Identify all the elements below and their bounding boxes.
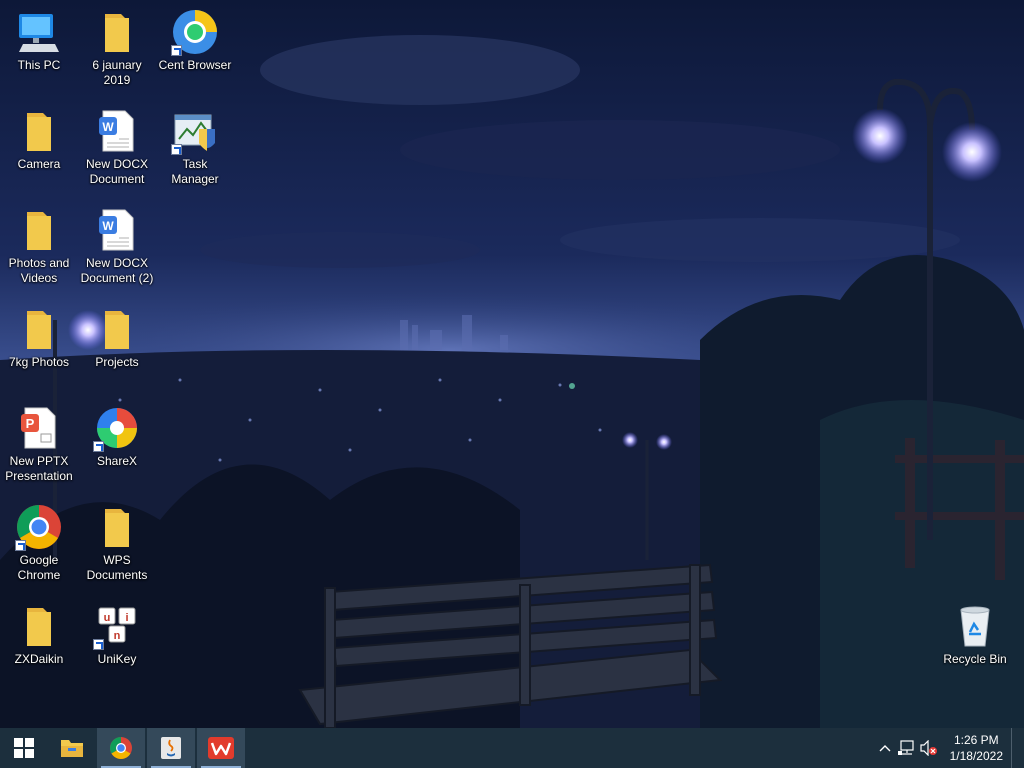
word-document-icon: W [93,107,141,155]
system-tray: 1:26 PM 1/18/2022 [874,728,1024,768]
desktop-icon-sharex[interactable]: ShareX [78,396,156,469]
shortcut-arrow-icon [171,45,182,56]
desktop-icon-camera[interactable]: Camera [0,99,78,172]
folder-icon [15,602,63,650]
desktop-icon-google-chrome[interactable]: Google Chrome [0,495,78,583]
icon-label: 6 jaunary 2019 [92,58,142,87]
svg-text:u: u [104,612,111,624]
windows-start-icon [14,738,34,758]
chrome-icon [110,737,132,759]
desktop-icon-photos-and-videos[interactable]: Photos and Videos [0,198,78,286]
icon-label: Camera [17,157,61,171]
powerpoint-icon: P [15,404,63,452]
shortcut-arrow-icon [171,144,182,155]
desktop-icon-7kg-photos[interactable]: 7kg Photos [0,297,78,370]
icon-label: Recycle Bin [943,652,1007,666]
desktop-icon-wps-documents[interactable]: WPS Documents [78,495,156,583]
icon-label: Projects [95,355,139,369]
icon-label: ShareX [96,454,138,468]
icon-label: WPS Documents [86,553,148,582]
computer-icon [15,8,63,56]
icon-label: New DOCX Document (2) [80,256,154,285]
icon-label: New DOCX Document [85,157,148,186]
volume-button[interactable] [918,728,940,768]
recycle-bin-icon [951,602,999,650]
folder-icon [15,206,63,254]
folder-icon [93,8,141,56]
java-icon [161,737,181,759]
desktop-icon-new-pptx[interactable]: P New PPTX Presentation [0,396,78,484]
icon-label: Photos and Videos [8,256,70,285]
desktop-icon-6-jaunary-2019[interactable]: 6 jaunary 2019 [78,0,156,88]
wps-office-icon [208,737,234,759]
clock-date: 1/18/2022 [949,749,1003,763]
shortcut-arrow-icon [93,639,104,650]
desktop-icon-task-manager[interactable]: Task Manager [156,99,234,187]
volume-muted-icon [920,740,937,756]
folder-icon [15,305,63,353]
desktop-icon-recycle-bin[interactable]: Recycle Bin [936,594,1014,667]
cent-browser-icon [171,8,219,56]
task-manager-icon [171,107,219,155]
svg-text:W: W [102,219,114,233]
desktop-icon-cent-browser[interactable]: Cent Browser [156,0,234,73]
icon-label: New PPTX Presentation [5,454,73,483]
taskbar-chrome[interactable] [97,728,145,768]
icon-label: Cent Browser [158,58,232,72]
taskbar-clock[interactable]: 1:26 PM 1/18/2022 [940,732,1011,764]
desktop-icon-new-docx[interactable]: W New DOCX Document [78,99,156,187]
file-explorer-icon [61,740,83,757]
desktop-icon-this-pc[interactable]: This PC [0,0,78,73]
show-desktop-button[interactable] [1011,728,1018,768]
start-button[interactable] [0,728,48,768]
folder-icon [15,107,63,155]
shortcut-arrow-icon [15,540,26,551]
svg-text:W: W [102,120,114,134]
desktop-icon-zxdaikin[interactable]: ZXDaikin [0,594,78,667]
svg-text:n: n [114,630,121,642]
taskbar: 1:26 PM 1/18/2022 [0,728,1024,768]
clock-time: 1:26 PM [953,733,999,747]
icon-label: Google Chrome [17,553,61,582]
unikey-icon: u i n [93,602,141,650]
taskbar-file-explorer[interactable] [48,728,96,768]
word-document-icon: W [93,206,141,254]
icon-label: This PC [17,58,61,72]
chrome-icon [15,503,63,551]
shortcut-arrow-icon [93,441,104,452]
network-icon [897,740,914,755]
folder-icon [93,305,141,353]
desktop-icon-unikey[interactable]: u i n UniKey [78,594,156,667]
icon-label: ZXDaikin [14,652,64,666]
taskbar-wps-office[interactable] [197,728,245,768]
desktop-icon-new-docx-2[interactable]: W New DOCX Document (2) [78,198,156,286]
svg-text:i: i [125,612,128,624]
chevron-up-icon [879,745,891,752]
desktop-icon-projects[interactable]: Projects [78,297,156,370]
icon-label: Task Manager [171,157,219,186]
icon-label: 7kg Photos [8,355,70,369]
icon-label: UniKey [97,652,137,666]
folder-icon [93,503,141,551]
svg-text:P: P [26,416,35,431]
show-hidden-icons-button[interactable] [874,728,896,768]
sharex-icon [93,404,141,452]
taskbar-java[interactable] [147,728,195,768]
network-button[interactable] [896,728,918,768]
